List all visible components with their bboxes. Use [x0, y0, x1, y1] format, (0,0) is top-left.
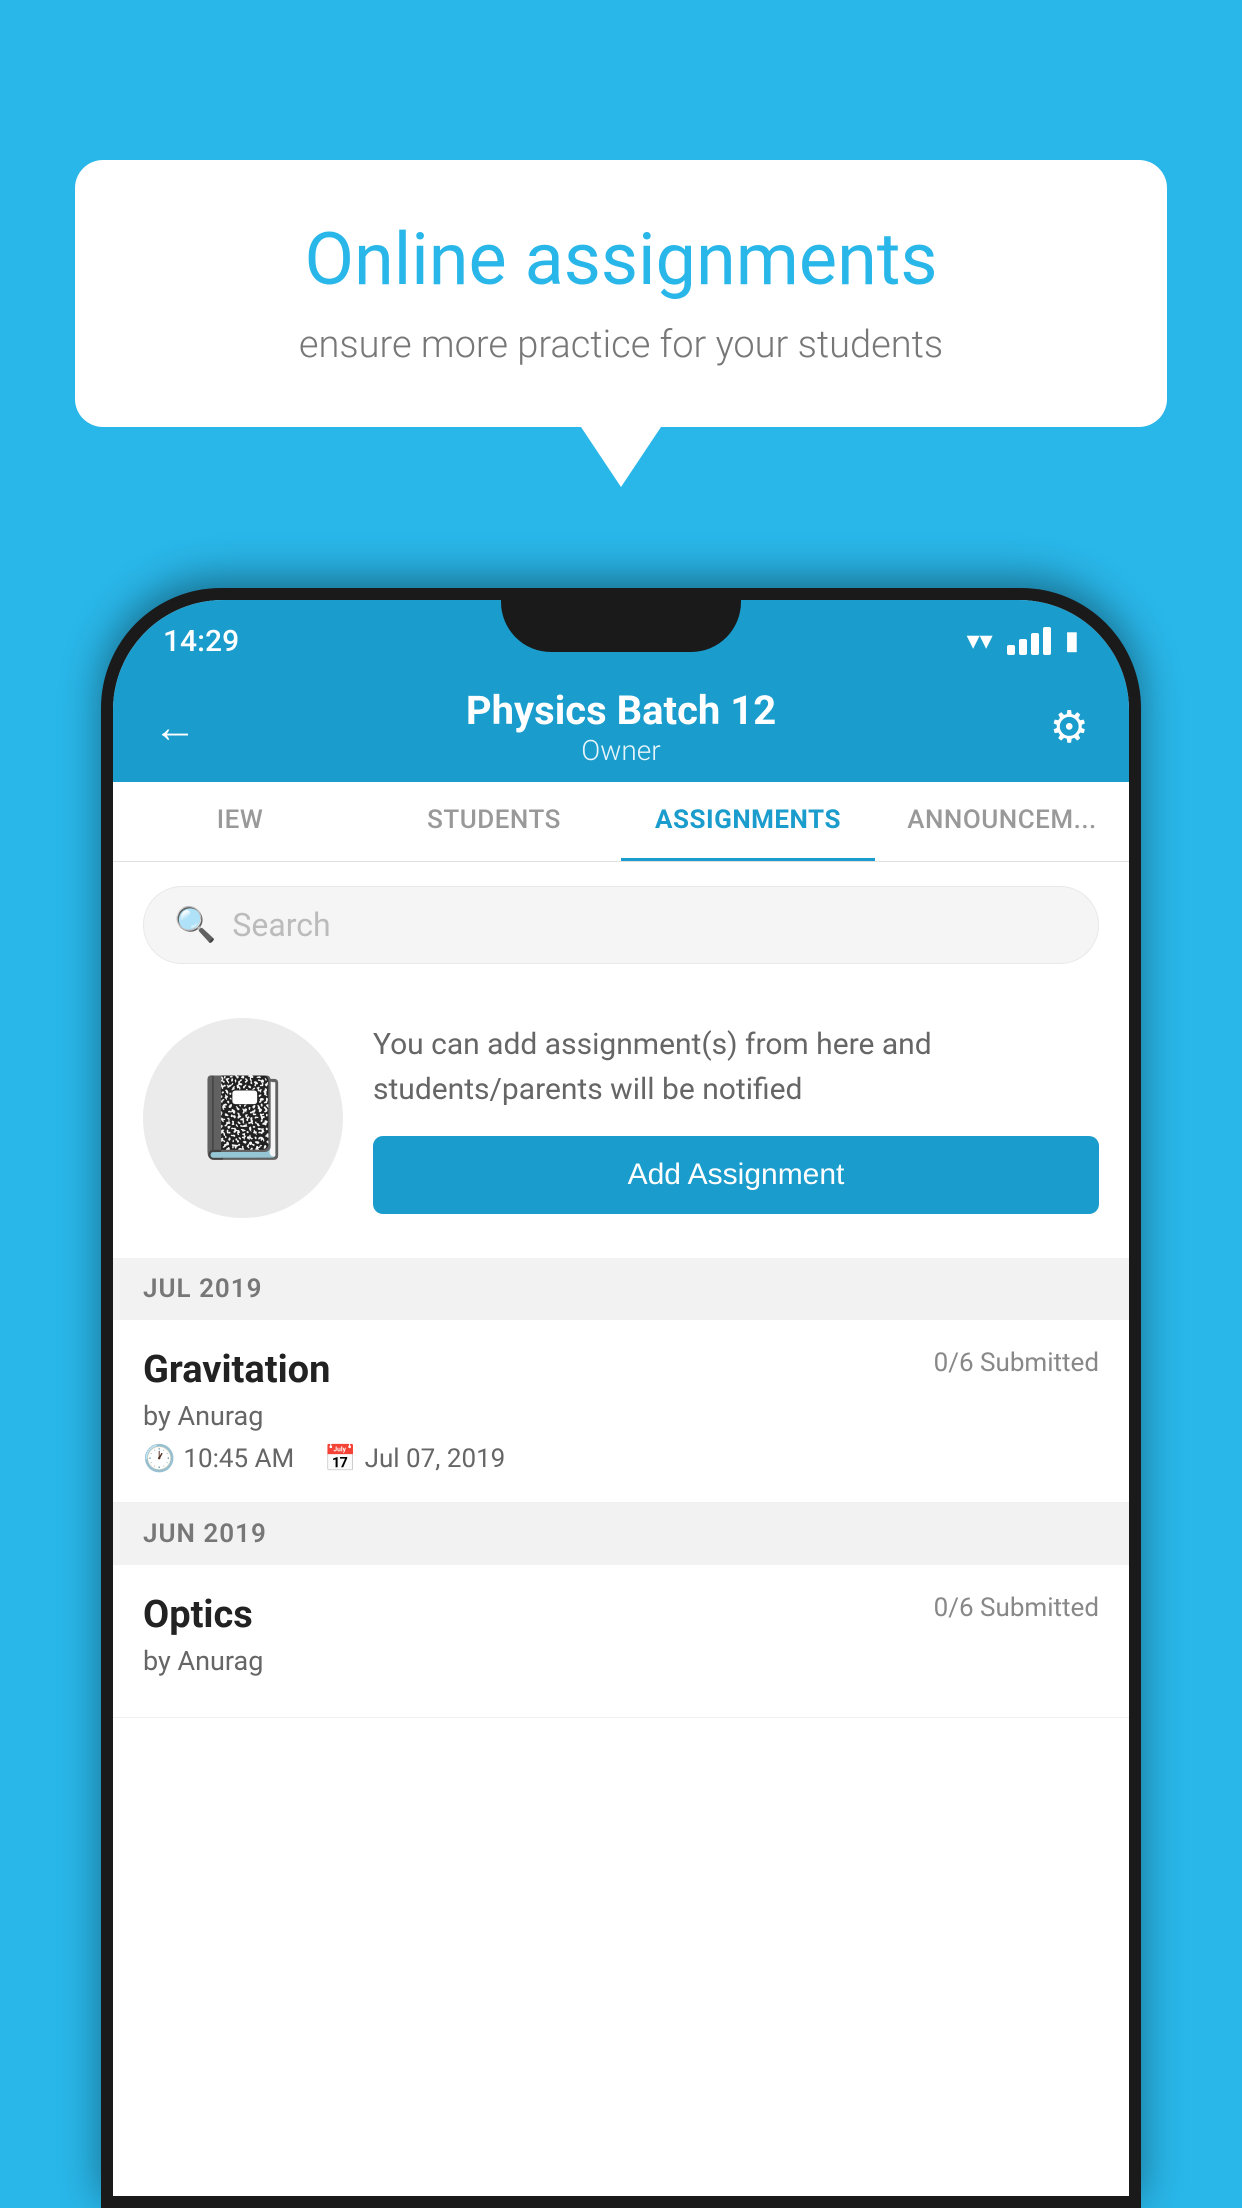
signal-icon: [1007, 627, 1051, 655]
assignment-status-optics: 0/6 Submitted: [934, 1593, 1099, 1623]
speech-bubble: Online assignments ensure more practice …: [75, 160, 1167, 427]
tab-announcements[interactable]: ANNOUNCEM...: [875, 782, 1129, 861]
notice-right: You can add assignment(s) from here and …: [373, 1022, 1099, 1214]
speech-bubble-subtitle: ensure more practice for your students: [145, 323, 1097, 367]
app-header: ← Physics Batch 12 Owner ⚙: [113, 672, 1129, 782]
status-time: 14:29: [163, 624, 239, 659]
section-header-jul: JUL 2019: [113, 1258, 1129, 1320]
meta-time: 🕐 10:45 AM: [143, 1444, 294, 1474]
clock-icon: 🕐: [143, 1444, 175, 1474]
assignment-row-top: Gravitation 0/6 Submitted: [143, 1348, 1099, 1392]
assignment-item-optics[interactable]: Optics 0/6 Submitted by Anurag: [113, 1565, 1129, 1718]
page-title: Physics Batch 12: [213, 687, 1029, 734]
calendar-icon: 📅: [324, 1444, 356, 1474]
speech-bubble-title: Online assignments: [145, 220, 1097, 299]
tabs-container: IEW STUDENTS ASSIGNMENTS ANNOUNCEM...: [113, 782, 1129, 862]
back-button[interactable]: ←: [153, 701, 213, 753]
tab-assignments[interactable]: ASSIGNMENTS: [621, 782, 875, 861]
tab-students[interactable]: STUDENTS: [367, 782, 621, 861]
phone-inner: 14:29 ▾▾ ▮ ← Physics Batch 12 Owner ⚙: [113, 600, 1129, 2196]
assignment-meta: 🕐 10:45 AM 📅 Jul 07, 2019: [143, 1444, 1099, 1474]
section-header-jun: JUN 2019: [113, 1503, 1129, 1565]
settings-icon[interactable]: ⚙: [1029, 701, 1089, 753]
tab-overview[interactable]: IEW: [113, 782, 367, 861]
add-assignment-button[interactable]: Add Assignment: [373, 1136, 1099, 1214]
assignment-row-top-optics: Optics 0/6 Submitted: [143, 1593, 1099, 1637]
assignment-author-optics: by Anurag: [143, 1645, 1099, 1677]
search-bar[interactable]: 🔍 Search: [143, 886, 1099, 964]
wifi-icon: ▾▾: [967, 626, 993, 656]
assignment-item-gravitation[interactable]: Gravitation 0/6 Submitted by Anurag 🕐 10…: [113, 1320, 1129, 1503]
page-subtitle: Owner: [213, 734, 1029, 767]
meta-date: 📅 Jul 07, 2019: [324, 1444, 505, 1474]
notice-icon-wrap: 📓: [143, 1018, 343, 1218]
assignment-status: 0/6 Submitted: [934, 1348, 1099, 1378]
phone-notch: [501, 600, 741, 652]
search-icon: 🔍: [174, 905, 216, 945]
header-center: Physics Batch 12 Owner: [213, 687, 1029, 767]
speech-bubble-wrapper: Online assignments ensure more practice …: [75, 160, 1167, 487]
status-icons: ▾▾ ▮: [967, 626, 1079, 656]
battery-icon: ▮: [1065, 626, 1079, 656]
assignment-author: by Anurag: [143, 1400, 1099, 1432]
notebook-icon: 📓: [193, 1071, 293, 1165]
notice-text: You can add assignment(s) from here and …: [373, 1022, 1099, 1112]
assignment-title-optics: Optics: [143, 1593, 253, 1637]
phone-frame: 14:29 ▾▾ ▮ ← Physics Batch 12 Owner ⚙: [101, 588, 1141, 2208]
speech-bubble-tail: [581, 427, 661, 487]
assignment-title: Gravitation: [143, 1348, 330, 1392]
content-area: 🔍 Search 📓 You can add assignment(s) fro…: [113, 862, 1129, 2196]
search-placeholder: Search: [232, 906, 330, 944]
assignment-notice: 📓 You can add assignment(s) from here an…: [113, 988, 1129, 1248]
